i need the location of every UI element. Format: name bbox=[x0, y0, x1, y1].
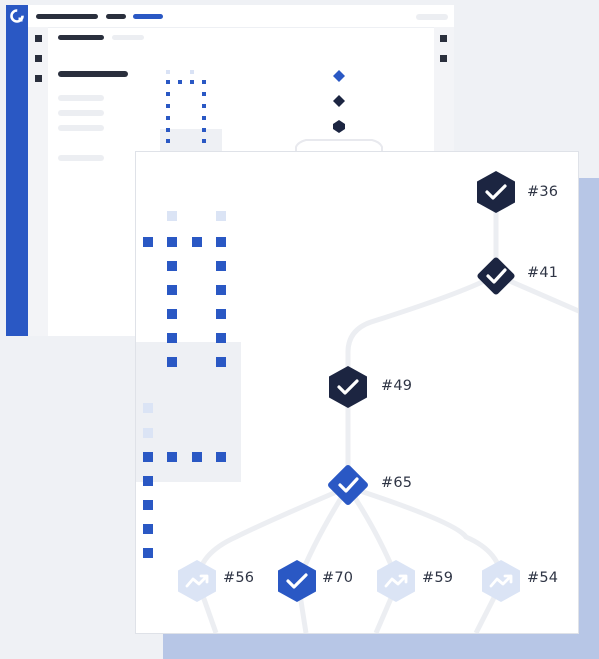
job-square-faded bbox=[143, 428, 153, 438]
job-square bbox=[143, 237, 153, 247]
node-49[interactable] bbox=[326, 365, 370, 409]
hexagon-node-shape bbox=[178, 560, 216, 602]
text-line bbox=[58, 125, 104, 131]
node-label: #59 bbox=[422, 570, 454, 586]
mini-pipeline-graph bbox=[156, 65, 456, 155]
job-square bbox=[192, 452, 202, 462]
job-square bbox=[143, 500, 153, 510]
node-label: #70 bbox=[322, 570, 354, 586]
node-54[interactable] bbox=[479, 559, 523, 603]
section-heading-placeholder bbox=[58, 71, 128, 77]
nav-icon-3[interactable] bbox=[35, 75, 42, 82]
hexagon-node-shape bbox=[377, 560, 415, 602]
job-square bbox=[167, 237, 177, 247]
nav-icon-1[interactable] bbox=[35, 35, 42, 42]
node-41[interactable] bbox=[472, 252, 520, 300]
header-crumb-2[interactable] bbox=[106, 14, 126, 19]
top-header bbox=[28, 5, 454, 28]
job-square bbox=[192, 237, 202, 247]
job-square bbox=[143, 548, 153, 558]
rail-icon-1[interactable] bbox=[440, 35, 447, 42]
node-70[interactable] bbox=[275, 559, 319, 603]
job-square-faded bbox=[216, 211, 226, 221]
pipeline-card: #36 #41 #49 #65 #56 #70 #59 #54 bbox=[135, 151, 579, 634]
app-logo[interactable] bbox=[9, 8, 25, 24]
job-square bbox=[167, 357, 177, 367]
diamond-node-shape bbox=[477, 257, 515, 295]
page-title-placeholder bbox=[58, 35, 104, 40]
node-56[interactable] bbox=[175, 559, 219, 603]
rail-icon-2[interactable] bbox=[440, 55, 447, 62]
hexagon-node-shape bbox=[477, 171, 515, 213]
node-label: #54 bbox=[527, 570, 559, 586]
brand-sidebar bbox=[6, 5, 28, 336]
text-line bbox=[58, 155, 104, 161]
job-square bbox=[143, 452, 153, 462]
node-label: #41 bbox=[527, 265, 559, 281]
job-square-faded bbox=[167, 211, 177, 221]
node-59[interactable] bbox=[374, 559, 418, 603]
job-square bbox=[216, 285, 226, 295]
node-65[interactable] bbox=[323, 460, 373, 510]
job-square bbox=[167, 452, 177, 462]
job-square bbox=[167, 309, 177, 319]
node-36[interactable] bbox=[474, 170, 518, 214]
job-square bbox=[167, 333, 177, 343]
job-square-faded bbox=[143, 403, 153, 413]
job-square bbox=[167, 285, 177, 295]
node-label: #56 bbox=[223, 570, 255, 586]
job-square bbox=[167, 261, 177, 271]
node-label: #65 bbox=[381, 475, 413, 491]
job-square bbox=[143, 476, 153, 486]
job-square bbox=[216, 261, 226, 271]
hexagon-node-shape bbox=[278, 560, 316, 602]
text-line bbox=[58, 110, 104, 116]
text-line bbox=[58, 95, 104, 101]
page-subtitle-placeholder bbox=[112, 35, 144, 40]
job-square bbox=[216, 333, 226, 343]
job-square bbox=[216, 309, 226, 319]
refresh-circle-logo-icon bbox=[10, 9, 24, 23]
hexagon-node-shape bbox=[329, 366, 367, 408]
header-right-placeholder bbox=[416, 14, 448, 20]
job-square bbox=[216, 452, 226, 462]
job-square bbox=[143, 524, 153, 534]
header-crumb-active[interactable] bbox=[133, 14, 163, 19]
job-square bbox=[216, 357, 226, 367]
hexagon-node-shape bbox=[482, 560, 520, 602]
diamond-node-shape bbox=[328, 465, 368, 505]
nav-icon-2[interactable] bbox=[35, 55, 42, 62]
secondary-nav bbox=[28, 27, 48, 336]
header-crumb-1[interactable] bbox=[36, 14, 98, 19]
job-square bbox=[216, 237, 226, 247]
node-label: #36 bbox=[527, 184, 559, 200]
node-label: #49 bbox=[381, 378, 413, 394]
